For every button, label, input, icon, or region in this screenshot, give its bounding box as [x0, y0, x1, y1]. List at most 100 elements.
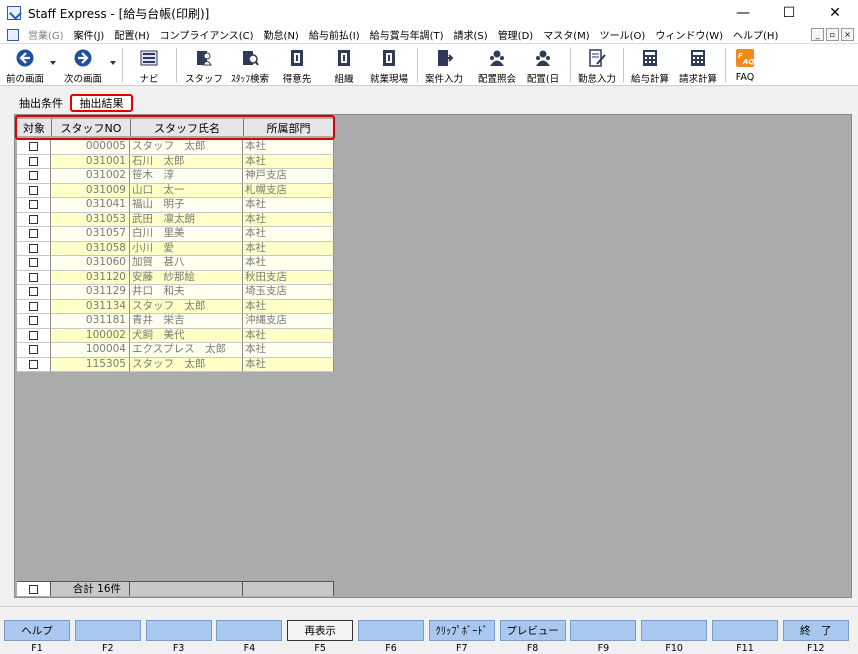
fkey-f6-button[interactable]	[358, 620, 424, 641]
table-row[interactable]: 115305 スタッフ 太郎 本社	[17, 357, 334, 372]
staff-search-button[interactable]: ｽﾀｯﾌ検索	[227, 45, 273, 85]
row-checkbox[interactable]	[29, 301, 38, 311]
row-checkbox[interactable]	[29, 345, 38, 355]
table-row[interactable]: 031053 武田 凛太朗 本社	[17, 212, 334, 227]
column-header-target[interactable]: 対象	[17, 119, 52, 136]
row-checkbox-cell[interactable]	[17, 314, 51, 329]
menu-sales[interactable]: 営業(G)	[23, 27, 69, 42]
menu-assignment[interactable]: 配置(H)	[109, 27, 154, 42]
fkey-help-button[interactable]: ヘルプ	[4, 620, 70, 641]
column-header-staff-no[interactable]: スタッフNO	[52, 119, 131, 136]
row-checkbox-cell[interactable]	[17, 270, 51, 285]
billing-calc-button[interactable]: 請求計算	[675, 45, 721, 85]
payroll-calc-button[interactable]: 給与計算	[627, 45, 673, 85]
close-button[interactable]: ✕	[812, 0, 858, 26]
table-row[interactable]: 031134 スタッフ 太郎 本社	[17, 299, 334, 314]
row-checkbox[interactable]	[29, 287, 38, 297]
column-header-department[interactable]: 所属部門	[244, 119, 334, 136]
organization-button[interactable]: 組織	[326, 45, 362, 85]
table-row[interactable]: 031129 井口 和夫 埼玉支店	[17, 285, 334, 300]
maximize-button[interactable]: ☐	[766, 0, 812, 26]
menu-billing[interactable]: 請求(S)	[449, 27, 493, 42]
mdi-restore-button[interactable]: ▫	[826, 28, 839, 41]
row-checkbox[interactable]	[29, 272, 38, 282]
table-row[interactable]: 031060 加賀 甚八 本社	[17, 256, 334, 271]
row-checkbox[interactable]	[29, 200, 38, 210]
menu-advance-pay[interactable]: 給与前払(I)	[304, 27, 365, 42]
document-icon[interactable]	[7, 28, 19, 41]
tab-extract-conditions[interactable]: 抽出条件	[14, 94, 68, 112]
row-checkbox[interactable]	[29, 171, 38, 181]
row-checkbox-cell[interactable]	[17, 212, 51, 227]
next-dropdown-icon[interactable]	[110, 61, 116, 65]
menu-master[interactable]: マスタ(M)	[538, 27, 594, 42]
minimize-button[interactable]: —	[720, 0, 766, 26]
table-row[interactable]: 031001 石川 太郎 本社	[17, 154, 334, 169]
table-row[interactable]: 031057 白川 里美 本社	[17, 227, 334, 242]
staff-button[interactable]: スタッフ	[184, 45, 224, 85]
row-checkbox-cell[interactable]	[17, 285, 51, 300]
table-row[interactable]: 031058 小川 愛本社	[17, 241, 334, 256]
table-row[interactable]: 100004 エクスプレス 太郎 本社	[17, 343, 334, 358]
row-checkbox-cell[interactable]	[17, 140, 51, 155]
row-checkbox-cell[interactable]	[17, 343, 51, 358]
row-checkbox-cell[interactable]	[17, 241, 51, 256]
menu-help[interactable]: ヘルプ(H)	[728, 27, 783, 42]
assignment-daily-button[interactable]: 配置(日	[522, 45, 564, 85]
table-row[interactable]: 100002 犬飼 美代 本社	[17, 328, 334, 343]
select-all-cell[interactable]	[17, 582, 51, 596]
row-checkbox-cell[interactable]	[17, 183, 51, 198]
client-button[interactable]: 得意先	[278, 45, 316, 85]
fkey-f10-button[interactable]	[641, 620, 708, 641]
fkey-clipboard-button[interactable]: ｸﾘｯﾌﾟﾎﾞｰﾄﾞ	[428, 620, 495, 641]
row-checkbox[interactable]	[29, 229, 38, 239]
menu-payroll[interactable]: 給与賞与年調(T)	[365, 27, 449, 42]
prev-screen-button[interactable]: 前の画面	[4, 45, 46, 85]
row-checkbox[interactable]	[29, 258, 38, 268]
table-row[interactable]: 031002 笹木 淳神戸支店	[17, 169, 334, 184]
faq-button[interactable]: F AQ FAQ	[730, 45, 760, 85]
menu-case[interactable]: 案件(J)	[69, 27, 110, 42]
row-checkbox-cell[interactable]	[17, 256, 51, 271]
fkey-exit-button[interactable]: 終 了	[782, 620, 849, 641]
row-checkbox-cell[interactable]	[17, 227, 51, 242]
menu-attendance[interactable]: 勤怠(N)	[259, 27, 304, 42]
row-checkbox-cell[interactable]	[17, 198, 51, 213]
row-checkbox[interactable]	[29, 330, 38, 340]
assignment-inquiry-button[interactable]: 配置照会	[473, 45, 521, 85]
next-screen-button[interactable]: 次の画面	[62, 45, 104, 85]
row-checkbox-cell[interactable]	[17, 169, 51, 184]
navi-button[interactable]: ナビ	[131, 45, 167, 85]
fkey-f4-button[interactable]	[216, 620, 283, 641]
row-checkbox[interactable]	[29, 142, 38, 152]
work-site-button[interactable]: 就業現場	[366, 45, 412, 85]
prev-dropdown-icon[interactable]	[50, 61, 56, 65]
menu-management[interactable]: 管理(D)	[493, 27, 539, 42]
row-checkbox-cell[interactable]	[17, 357, 51, 372]
select-all-checkbox[interactable]	[29, 584, 38, 594]
menu-tools[interactable]: ツール(O)	[595, 27, 651, 42]
fkey-preview-button[interactable]: プレビュー	[499, 620, 566, 641]
table-row[interactable]: 000005 スタッフ 太郎 本社	[17, 140, 334, 155]
fkey-f11-button[interactable]	[712, 620, 778, 641]
row-checkbox-cell[interactable]	[17, 328, 51, 343]
table-row[interactable]: 031181 青井 栄吉 沖縄支店	[17, 314, 334, 329]
fkey-f2-button[interactable]	[74, 620, 141, 641]
table-row[interactable]: 031041 福山 明子 本社	[17, 198, 334, 213]
fkey-refresh-button[interactable]: 再表示	[287, 620, 354, 641]
row-checkbox-cell[interactable]	[17, 299, 51, 314]
case-entry-button[interactable]: 案件入力	[421, 45, 467, 85]
row-checkbox[interactable]	[29, 316, 38, 326]
attendance-entry-button[interactable]: 勤怠入力	[574, 45, 620, 85]
row-checkbox[interactable]	[29, 214, 38, 224]
row-checkbox[interactable]	[29, 185, 38, 195]
menu-compliance[interactable]: コンプライアンス(C)	[155, 27, 259, 42]
mdi-close-button[interactable]: ×	[841, 28, 854, 41]
row-checkbox[interactable]	[29, 359, 38, 369]
table-row[interactable]: 031120 安藤 紗那絵 秋田支店	[17, 270, 334, 285]
fkey-f3-button[interactable]	[145, 620, 212, 641]
row-checkbox[interactable]	[29, 243, 38, 253]
fkey-f9-button[interactable]	[570, 620, 637, 641]
mdi-minimize-button[interactable]: _	[811, 28, 824, 41]
column-header-staff-name[interactable]: スタッフ氏名	[131, 119, 244, 136]
